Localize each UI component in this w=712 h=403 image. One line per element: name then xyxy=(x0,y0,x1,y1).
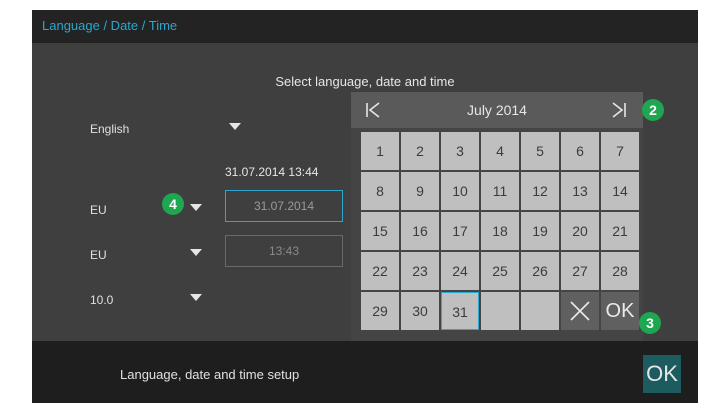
calendar-header: July 2014 xyxy=(351,92,643,128)
calendar-day-12[interactable]: 12 xyxy=(521,172,559,210)
time-field[interactable]: 13:43 xyxy=(225,235,343,267)
calendar-day-15[interactable]: 15 xyxy=(361,212,399,250)
calendar-day-23[interactable]: 23 xyxy=(401,252,439,290)
calendar-day-26[interactable]: 26 xyxy=(521,252,559,290)
calendar-day-28[interactable]: 28 xyxy=(601,252,639,290)
calendar-day-24[interactable]: 24 xyxy=(441,252,479,290)
callout-badge-4: 4 xyxy=(162,193,184,215)
calendar-day-7[interactable]: 7 xyxy=(601,132,639,170)
calendar-empty-cell xyxy=(521,292,559,330)
date-format-chevron-down-icon[interactable] xyxy=(190,204,202,211)
last-page-icon[interactable] xyxy=(609,100,629,120)
time-format-value: EU xyxy=(90,248,107,262)
calendar-day-16[interactable]: 16 xyxy=(401,212,439,250)
calendar-cancel-button[interactable] xyxy=(561,292,599,330)
calendar-day-30[interactable]: 30 xyxy=(401,292,439,330)
page-title: Language / Date / Time xyxy=(42,18,178,33)
language-dropdown-chevron-down-icon[interactable] xyxy=(229,123,241,130)
calendar-ok-button[interactable]: OK xyxy=(601,292,639,330)
calendar-day-8[interactable]: 8 xyxy=(361,172,399,210)
language-value: English xyxy=(90,122,130,136)
calendar-day-2[interactable]: 2 xyxy=(401,132,439,170)
date-field[interactable]: 31.07.2014 xyxy=(225,190,343,222)
time-format-chevron-down-icon[interactable] xyxy=(190,249,202,256)
calendar-day-1[interactable]: 1 xyxy=(361,132,399,170)
calendar-day-6[interactable]: 6 xyxy=(561,132,599,170)
calendar-day-22[interactable]: 22 xyxy=(361,252,399,290)
calendar-day-20[interactable]: 20 xyxy=(561,212,599,250)
current-datetime: 31.07.2014 13:44 xyxy=(225,165,319,179)
calendar-day-9[interactable]: 9 xyxy=(401,172,439,210)
calendar-day-21[interactable]: 21 xyxy=(601,212,639,250)
calendar-day-18[interactable]: 18 xyxy=(481,212,519,250)
footer-text: Language, date and time setup xyxy=(120,367,300,382)
calendar-day-17[interactable]: 17 xyxy=(441,212,479,250)
timezone-chevron-down-icon[interactable] xyxy=(190,294,202,301)
date-format-value: EU xyxy=(90,203,107,217)
title-bar: Language / Date / Time xyxy=(32,10,698,43)
calendar-day-10[interactable]: 10 xyxy=(441,172,479,210)
timezone-value: 10.0 xyxy=(90,293,114,307)
footer-ok-button[interactable]: OK xyxy=(643,355,681,393)
callout-badge-2: 2 xyxy=(642,99,664,121)
device-screen: Language / Date / Time Select language, … xyxy=(32,10,698,403)
calendar-popup: July 2014 1 2 3 4 5 6 7 8 9 10 11 12 13 14 15 16 17 18 19 2… xyxy=(351,92,643,342)
instruction-text: Select language, date and time xyxy=(275,74,455,89)
calendar-day-11[interactable]: 11 xyxy=(481,172,519,210)
calendar-day-19[interactable]: 19 xyxy=(521,212,559,250)
calendar-day-13[interactable]: 13 xyxy=(561,172,599,210)
calendar-day-31[interactable]: 31 xyxy=(441,292,479,330)
calendar-day-4[interactable]: 4 xyxy=(481,132,519,170)
callout-badge-3: 3 xyxy=(639,312,661,334)
calendar-day-29[interactable]: 29 xyxy=(361,292,399,330)
calendar-day-27[interactable]: 27 xyxy=(561,252,599,290)
calendar-day-3[interactable]: 3 xyxy=(441,132,479,170)
calendar-day-14[interactable]: 14 xyxy=(601,172,639,210)
calendar-month-label: July 2014 xyxy=(467,102,527,118)
close-icon xyxy=(570,301,590,321)
calendar-day-5[interactable]: 5 xyxy=(521,132,559,170)
footer-bar: Language, date and time setup OK xyxy=(32,341,698,403)
calendar-empty-cell xyxy=(481,292,519,330)
calendar-day-25[interactable]: 25 xyxy=(481,252,519,290)
